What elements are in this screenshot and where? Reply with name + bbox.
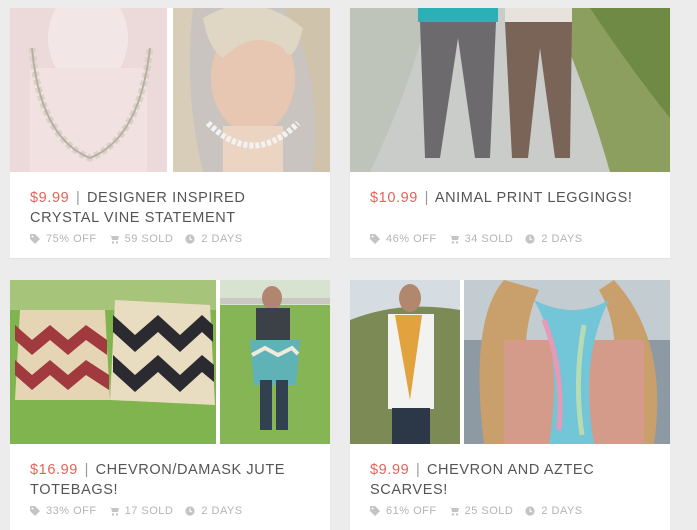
time-left: 2 DAYS xyxy=(541,233,583,245)
cart-icon xyxy=(448,234,459,244)
discount-text: 46% OFF xyxy=(386,233,437,245)
time-left: 2 DAYS xyxy=(201,505,243,517)
deal-meta: 61% OFF 25 SOLD 2 DAYS xyxy=(370,505,583,517)
sold-count: 34 SOLD xyxy=(464,233,514,245)
sold-count: 25 SOLD xyxy=(464,505,514,517)
deal-info: $9.99 | DESIGNER INSPIRED CRYSTAL VINE S… xyxy=(30,188,316,228)
title-separator: | xyxy=(424,190,429,206)
tag-icon xyxy=(30,506,40,516)
cart-icon xyxy=(108,234,119,244)
deal-price: $10.99 xyxy=(370,190,418,206)
deal-info: $16.99 | CHEVRON/DAMASK JUTE TOTEBAGS! xyxy=(30,460,316,500)
discount-text: 33% OFF xyxy=(46,505,97,517)
deal-title[interactable]: $9.99 | CHEVRON AND AZTEC SCARVES! xyxy=(370,460,656,500)
model-scarf-image[interactable] xyxy=(350,280,460,444)
deal-info: $9.99 | CHEVRON AND AZTEC SCARVES! xyxy=(370,460,656,500)
model-necklace-image[interactable] xyxy=(173,8,330,172)
deal-meta: 75% OFF 59 SOLD 2 DAYS xyxy=(30,233,243,245)
cart-icon xyxy=(448,506,459,516)
scarf-product-image[interactable] xyxy=(464,280,670,444)
discount-text: 61% OFF xyxy=(386,505,437,517)
title-separator: | xyxy=(75,190,81,206)
deal-title[interactable]: $10.99 | ANIMAL PRINT LEGGINGS! xyxy=(370,188,656,208)
deal-card[interactable]: $16.99 | CHEVRON/DAMASK JUTE TOTEBAGS! 3… xyxy=(10,280,330,530)
clock-icon xyxy=(525,506,535,516)
deal-card[interactable]: $9.99 | CHEVRON AND AZTEC SCARVES! 61% O… xyxy=(350,280,670,530)
tag-icon xyxy=(30,234,40,244)
deals-grid: $9.99 | DESIGNER INSPIRED CRYSTAL VINE S… xyxy=(0,0,697,530)
totebags-product-image[interactable] xyxy=(10,280,216,444)
clock-icon xyxy=(185,234,195,244)
time-left: 2 DAYS xyxy=(201,233,243,245)
sold-count: 17 SOLD xyxy=(124,505,174,517)
deal-price: $16.99 xyxy=(30,462,78,478)
deal-price: $9.99 xyxy=(370,462,410,478)
necklace-product-image[interactable] xyxy=(10,8,167,172)
deal-meta: 33% OFF 17 SOLD 2 DAYS xyxy=(30,505,243,517)
clock-icon xyxy=(185,506,195,516)
deal-title[interactable]: $16.99 | CHEVRON/DAMASK JUTE TOTEBAGS! xyxy=(30,460,316,500)
deal-meta: 46% OFF 34 SOLD 2 DAYS xyxy=(370,233,583,245)
deal-title[interactable]: $9.99 | DESIGNER INSPIRED CRYSTAL VINE S… xyxy=(30,188,316,228)
discount-text: 75% OFF xyxy=(46,233,97,245)
model-totebag-image[interactable] xyxy=(220,280,330,444)
clock-icon xyxy=(525,234,535,244)
time-left: 2 DAYS xyxy=(541,505,583,517)
sold-count: 59 SOLD xyxy=(124,233,174,245)
tag-icon xyxy=(370,506,380,516)
title-separator: | xyxy=(415,462,421,478)
tag-icon xyxy=(370,234,380,244)
deal-card[interactable]: $9.99 | DESIGNER INSPIRED CRYSTAL VINE S… xyxy=(10,8,330,258)
leggings-product-image[interactable] xyxy=(350,8,670,172)
deal-price: $9.99 xyxy=(30,190,70,206)
deal-info: $10.99 | ANIMAL PRINT LEGGINGS! xyxy=(370,188,656,208)
title-separator: | xyxy=(84,462,89,478)
cart-icon xyxy=(108,506,119,516)
deal-title-text: ANIMAL PRINT LEGGINGS! xyxy=(434,190,633,206)
deal-card[interactable]: $10.99 | ANIMAL PRINT LEGGINGS! 46% OFF … xyxy=(350,8,670,258)
